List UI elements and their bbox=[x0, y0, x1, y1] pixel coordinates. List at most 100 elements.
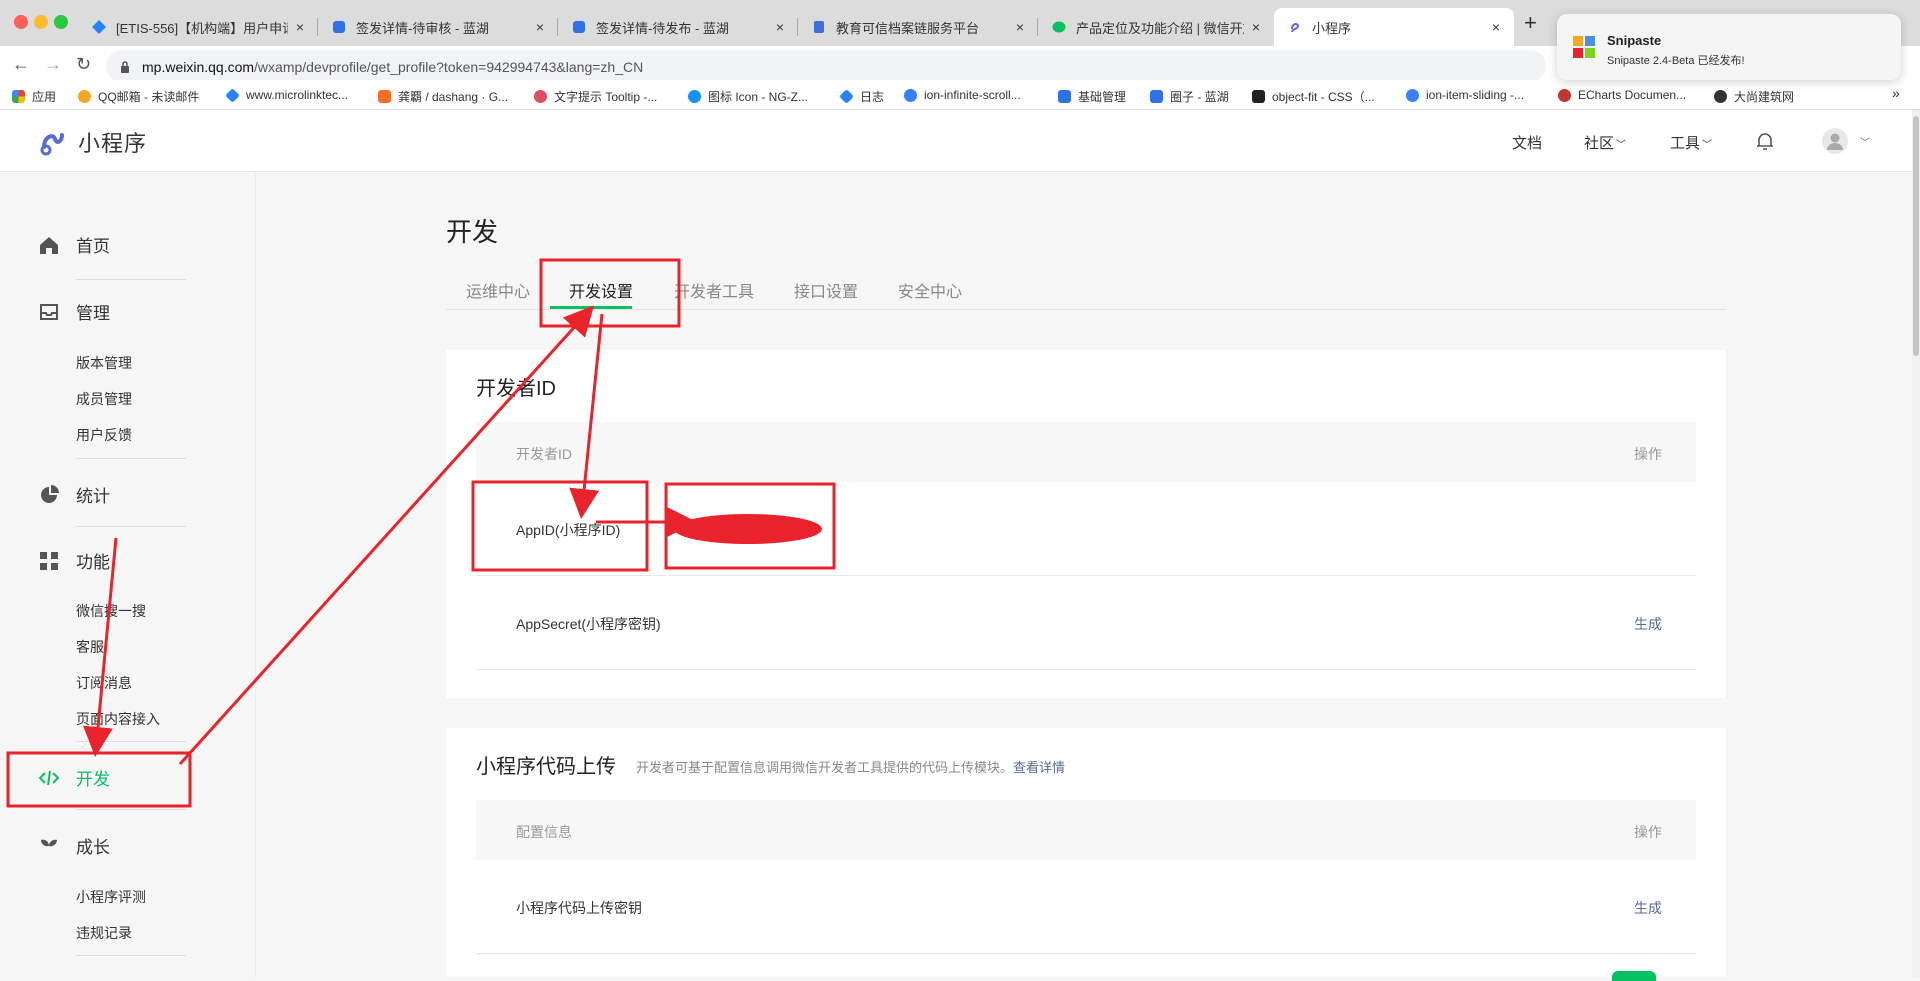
bookmark-item[interactable]: 圈子 - 蓝湖 bbox=[1150, 88, 1229, 105]
browser-tab[interactable]: 产品定位及功能介绍 | 微信开放文档 × bbox=[1038, 8, 1274, 46]
sidebar-item-content[interactable]: 页面内容接入 bbox=[76, 709, 160, 729]
sidebar-item-manage[interactable]: 管理 bbox=[38, 299, 110, 324]
bookmark-item[interactable]: object-fit - CSS（... bbox=[1252, 88, 1375, 105]
inbox-icon bbox=[40, 303, 58, 320]
bookmark-item[interactable]: 龚覇 / dashang · G... bbox=[378, 88, 508, 105]
generate-upload-key-link[interactable]: 生成 bbox=[1634, 898, 1662, 918]
bookmarks-bar: 应用 QQ邮箱 - 未读邮件 www.microlinktec... 龚覇 / … bbox=[0, 80, 1920, 110]
browser-tab[interactable]: 签发详情-待审核 - 蓝湖 × bbox=[318, 8, 558, 46]
appsecret-label: AppSecret(小程序密钥) bbox=[516, 616, 661, 632]
ionic-icon bbox=[904, 88, 917, 102]
upload-key-label: 小程序代码上传密钥 bbox=[516, 900, 642, 916]
lanhu-icon bbox=[333, 21, 345, 33]
sidebar: 首页 管理 版本管理 成员管理 用户反馈 统计 功能 微信搜一搜 客服 订阅消息… bbox=[0, 173, 256, 977]
sidebar-item-search[interactable]: 微信搜一搜 bbox=[76, 601, 146, 621]
tab-dev-settings[interactable]: 开发设置 bbox=[569, 278, 633, 302]
page-title: 开发 bbox=[446, 217, 499, 247]
close-tab-icon[interactable]: × bbox=[776, 19, 784, 35]
maximize-window-icon[interactable] bbox=[54, 15, 68, 29]
sidebar-item-violations[interactable]: 违规记录 bbox=[76, 923, 132, 943]
sidebar-item-feedback[interactable]: 用户反馈 bbox=[76, 425, 132, 445]
reload-icon[interactable]: ↻ bbox=[76, 54, 91, 75]
ng-zorro-icon bbox=[534, 90, 547, 103]
bookmark-item[interactable]: 应用 bbox=[12, 88, 56, 105]
url-text[interactable]: mp.weixin.qq.com/wxamp/devprofile/get_pr… bbox=[142, 59, 643, 75]
bookmark-item[interactable]: 文字提示 Tooltip -... bbox=[534, 88, 657, 105]
avatar[interactable] bbox=[1822, 128, 1848, 154]
miniprogram-icon bbox=[1291, 23, 1300, 33]
browser-tab[interactable]: [ETIS-556]【机构端】用户申请 × bbox=[78, 8, 318, 46]
sidebar-item-version[interactable]: 版本管理 bbox=[76, 353, 132, 373]
jira-icon bbox=[839, 89, 854, 104]
forward-icon[interactable]: → bbox=[44, 54, 62, 75]
redaction-mark bbox=[674, 514, 822, 544]
bookmark-item[interactable]: www.microlinktec... bbox=[225, 87, 348, 103]
chevron-down-icon[interactable]: ﹀ bbox=[1860, 134, 1870, 149]
tab-label: 小程序 bbox=[1312, 20, 1352, 36]
sidebar-item-members[interactable]: 成员管理 bbox=[76, 389, 132, 409]
pie-chart-icon bbox=[41, 484, 59, 503]
sidebar-item-develop[interactable]: 开发 bbox=[38, 765, 110, 790]
browser-tab-active[interactable]: 小程序 × bbox=[1274, 8, 1514, 46]
back-icon[interactable]: ← bbox=[12, 54, 30, 75]
view-details-link[interactable]: 查看详情 bbox=[1013, 760, 1065, 775]
close-tab-icon[interactable]: × bbox=[536, 19, 544, 35]
echarts-icon bbox=[1558, 88, 1571, 102]
tab-label: 产品定位及功能介绍 | 微信开放文档 bbox=[1076, 20, 1244, 36]
snipaste-notification[interactable]: Snipaste Snipaste 2.4-Beta 已经发布! bbox=[1557, 14, 1901, 80]
brand-logo[interactable]: 小程序 bbox=[38, 126, 147, 158]
ng-zorro-icon bbox=[688, 90, 701, 103]
brand-name: 小程序 bbox=[78, 131, 148, 156]
close-tab-icon[interactable]: × bbox=[1252, 19, 1260, 35]
miniprogram-logo-icon bbox=[40, 133, 64, 156]
bookmark-item[interactable]: 图标 Icon - NG-Z... bbox=[688, 88, 808, 105]
card-title: 开发者ID bbox=[476, 378, 556, 400]
sidebar-item-subscription[interactable]: 订阅消息 bbox=[76, 673, 132, 693]
qqmail-icon bbox=[78, 90, 91, 103]
card-description: 开发者可基于配置信息调用微信开发者工具提供的代码上传模块。查看详情 bbox=[636, 760, 1066, 775]
bookmark-item[interactable]: 大尚建筑网 bbox=[1714, 88, 1794, 105]
snipaste-logo-icon bbox=[1573, 36, 1595, 58]
code-upload-card: 小程序代码上传 开发者可基于配置信息调用微信开发者工具提供的代码上传模块。查看详… bbox=[446, 728, 1726, 977]
card-title: 小程序代码上传 bbox=[476, 756, 616, 778]
browser-tab[interactable]: 签发详情-待发布 - 蓝湖 × bbox=[558, 8, 798, 46]
sidebar-item-evaluation[interactable]: 小程序评测 bbox=[76, 887, 146, 907]
bookmark-item[interactable]: 日志 bbox=[839, 88, 884, 105]
nav-docs[interactable]: 文档 bbox=[1512, 132, 1542, 153]
minimize-window-icon[interactable] bbox=[34, 15, 48, 29]
bookmark-item[interactable]: ECharts Documen... bbox=[1558, 88, 1686, 102]
close-tab-icon[interactable]: × bbox=[296, 19, 304, 35]
bookmark-item[interactable]: ion-infinite-scroll... bbox=[904, 88, 1021, 102]
bookmarks-overflow-button[interactable]: » bbox=[1892, 85, 1900, 101]
sidebar-item-features[interactable]: 功能 bbox=[38, 548, 110, 573]
tab-security[interactable]: 安全中心 bbox=[898, 278, 962, 302]
toggle-switch[interactable] bbox=[1612, 971, 1656, 981]
bookmark-item[interactable]: ion-item-sliding -... bbox=[1406, 88, 1524, 102]
nav-tools[interactable]: 工具 ﹀ bbox=[1670, 132, 1712, 153]
tab-dev-tools[interactable]: 开发者工具 bbox=[674, 278, 754, 302]
browser-tab[interactable]: 教育可信档案链服务平台 × bbox=[798, 8, 1038, 46]
wechat-icon bbox=[1052, 21, 1066, 33]
bell-icon[interactable] bbox=[1756, 131, 1774, 151]
tab-api-settings[interactable]: 接口设置 bbox=[794, 278, 858, 302]
close-tab-icon[interactable]: × bbox=[1492, 19, 1500, 35]
sidebar-item-stats[interactable]: 统计 bbox=[38, 482, 110, 507]
sidebar-item-home[interactable]: 首页 bbox=[38, 232, 110, 257]
sidebar-item-growth[interactable]: 成长 bbox=[38, 833, 110, 858]
code-icon bbox=[38, 770, 60, 785]
lanhu-icon bbox=[1150, 90, 1163, 103]
nav-community[interactable]: 社区 ﹀ bbox=[1584, 132, 1626, 153]
tab-label: [ETIS-556]【机构端】用户申请 bbox=[116, 20, 288, 36]
new-tab-button[interactable]: + bbox=[1524, 10, 1537, 36]
bookmark-item[interactable]: 基础管理 bbox=[1058, 88, 1126, 105]
table-row-appid: AppID(小程序ID) bbox=[476, 482, 1696, 576]
close-window-icon[interactable] bbox=[14, 15, 28, 29]
tab-ops[interactable]: 运维中心 bbox=[466, 278, 530, 302]
notification-title: Snipaste bbox=[1607, 33, 1662, 48]
ionic-icon bbox=[1406, 88, 1419, 102]
sidebar-item-service[interactable]: 客服 bbox=[76, 637, 104, 657]
scrollbar-thumb[interactable] bbox=[1913, 116, 1919, 356]
close-tab-icon[interactable]: × bbox=[1016, 19, 1024, 35]
bookmark-item[interactable]: QQ邮箱 - 未读邮件 bbox=[78, 88, 199, 105]
generate-secret-link[interactable]: 生成 bbox=[1634, 614, 1662, 634]
